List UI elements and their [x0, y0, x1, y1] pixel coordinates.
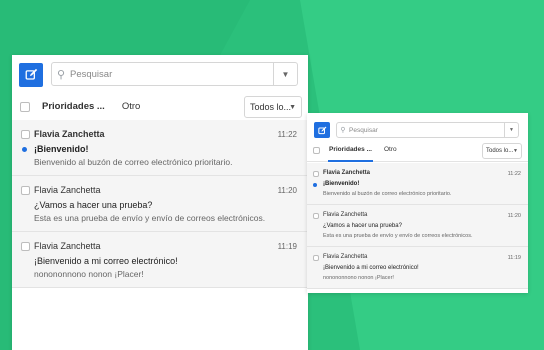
email-subject: ¿Vamos a hacer una prueba? [323, 223, 402, 229]
row-checkbox[interactable] [313, 213, 319, 219]
tab-other[interactable]: Otro [384, 140, 397, 162]
chevron-down-icon: ▼ [509, 127, 514, 133]
unread-dot-icon [313, 183, 317, 187]
search-input[interactable] [70, 63, 273, 85]
email-subject: ¡Bienvenido! [34, 144, 89, 154]
email-time: 11:20 [277, 186, 297, 195]
email-preview: Esta es una prueba de envío y envío de c… [34, 213, 266, 223]
email-time: 11:19 [277, 242, 297, 251]
email-time: 11:20 [507, 213, 521, 219]
unread-dot-icon [22, 147, 27, 152]
email-preview: Bienvenido al buzón de correo electrónic… [34, 157, 233, 167]
toolbar: ⚲ ▼ [307, 113, 528, 139]
tabs-bar: Prioridades ... Otro Todos lo... ▼ [307, 140, 528, 162]
compose-button[interactable] [19, 62, 43, 87]
search-input[interactable] [349, 123, 504, 137]
email-row[interactable]: Flavia Zanchetta 11:20 ¿Vamos a hacer un… [307, 205, 528, 247]
email-row[interactable]: Flavia Zanchetta 11:22 ¡Bienvenido! Bien… [307, 163, 528, 205]
row-checkbox[interactable] [21, 242, 30, 251]
mail-panel-small: ⚲ ▼ Prioridades ... Otro Todos lo... ▼ F… [307, 113, 528, 293]
row-checkbox[interactable] [313, 255, 319, 261]
filter-dropdown[interactable]: Todos lo... ▼ [244, 96, 302, 118]
email-sender: Flavia Zanchetta [323, 170, 371, 176]
email-sender: Flavia Zanchetta [34, 129, 105, 139]
chevron-down-icon: ▼ [513, 148, 518, 154]
email-time: 11:22 [507, 171, 521, 177]
search-box[interactable]: ⚲ ▼ [51, 62, 298, 86]
filter-label: Todos lo... [250, 102, 292, 112]
row-checkbox[interactable] [21, 186, 30, 195]
email-row[interactable]: Flavia Zanchetta 11:19 ¡Bienvenido a mi … [12, 232, 308, 288]
search-dropdown-button[interactable]: ▼ [273, 63, 297, 85]
compose-icon [25, 68, 37, 80]
email-sender: Flavia Zanchetta [34, 185, 101, 195]
email-sender: Flavia Zanchetta [323, 212, 368, 218]
tabs-bar: Prioridades ... Otro Todos lo... ▼ [12, 92, 308, 123]
email-row[interactable]: Flavia Zanchetta 11:20 ¿Vamos a hacer un… [12, 176, 308, 232]
row-checkbox[interactable] [21, 130, 30, 139]
tab-other[interactable]: Otro [122, 92, 140, 123]
email-sender: Flavia Zanchetta [34, 241, 101, 251]
compose-button[interactable] [314, 122, 330, 138]
email-sender: Flavia Zanchetta [323, 254, 368, 260]
email-row[interactable]: Flavia Zanchetta 11:22 ¡Bienvenido! Bien… [12, 120, 308, 176]
email-subject: ¡Bienvenido a mi correo electrónico! [34, 256, 178, 266]
email-preview: nonononnono nonon ¡Placer! [34, 269, 144, 279]
search-icon: ⚲ [56, 68, 66, 81]
email-preview: nonononnono nonon ¡Placer! [323, 275, 394, 281]
toolbar: ⚲ ▼ [12, 55, 308, 89]
email-subject: ¡Bienvenido! [323, 181, 360, 187]
filter-label: Todos lo... [486, 148, 514, 154]
search-box[interactable]: ⚲ ▼ [336, 122, 519, 138]
email-row[interactable]: Flavia Zanchetta 11:19 ¡Bienvenido a mi … [307, 247, 528, 289]
filter-dropdown[interactable]: Todos lo... ▼ [482, 143, 522, 159]
tab-priority[interactable]: Prioridades ... [328, 140, 373, 162]
email-time: 11:22 [277, 130, 297, 139]
mail-panel-large: ⚲ ▼ Prioridades ... Otro Todos lo... ▼ F… [12, 55, 308, 350]
search-dropdown-button[interactable]: ▼ [504, 123, 518, 137]
select-all-checkbox[interactable] [313, 147, 320, 154]
search-icon: ⚲ [340, 127, 346, 134]
email-preview: Bienvenido al buzón de correo electrónic… [323, 191, 452, 197]
compose-icon [317, 126, 326, 134]
email-subject: ¡Bienvenido a mi correo electrónico! [323, 265, 419, 271]
email-preview: Esta es una prueba de envío y envío de c… [323, 233, 473, 239]
tab-priority[interactable]: Prioridades ... [41, 92, 106, 123]
chevron-down-icon: ▼ [289, 103, 296, 111]
email-subject: ¿Vamos a hacer una prueba? [34, 200, 153, 210]
email-time: 11:19 [507, 255, 521, 261]
row-checkbox[interactable] [313, 171, 319, 177]
select-all-checkbox[interactable] [20, 102, 30, 112]
chevron-down-icon: ▼ [281, 69, 290, 79]
